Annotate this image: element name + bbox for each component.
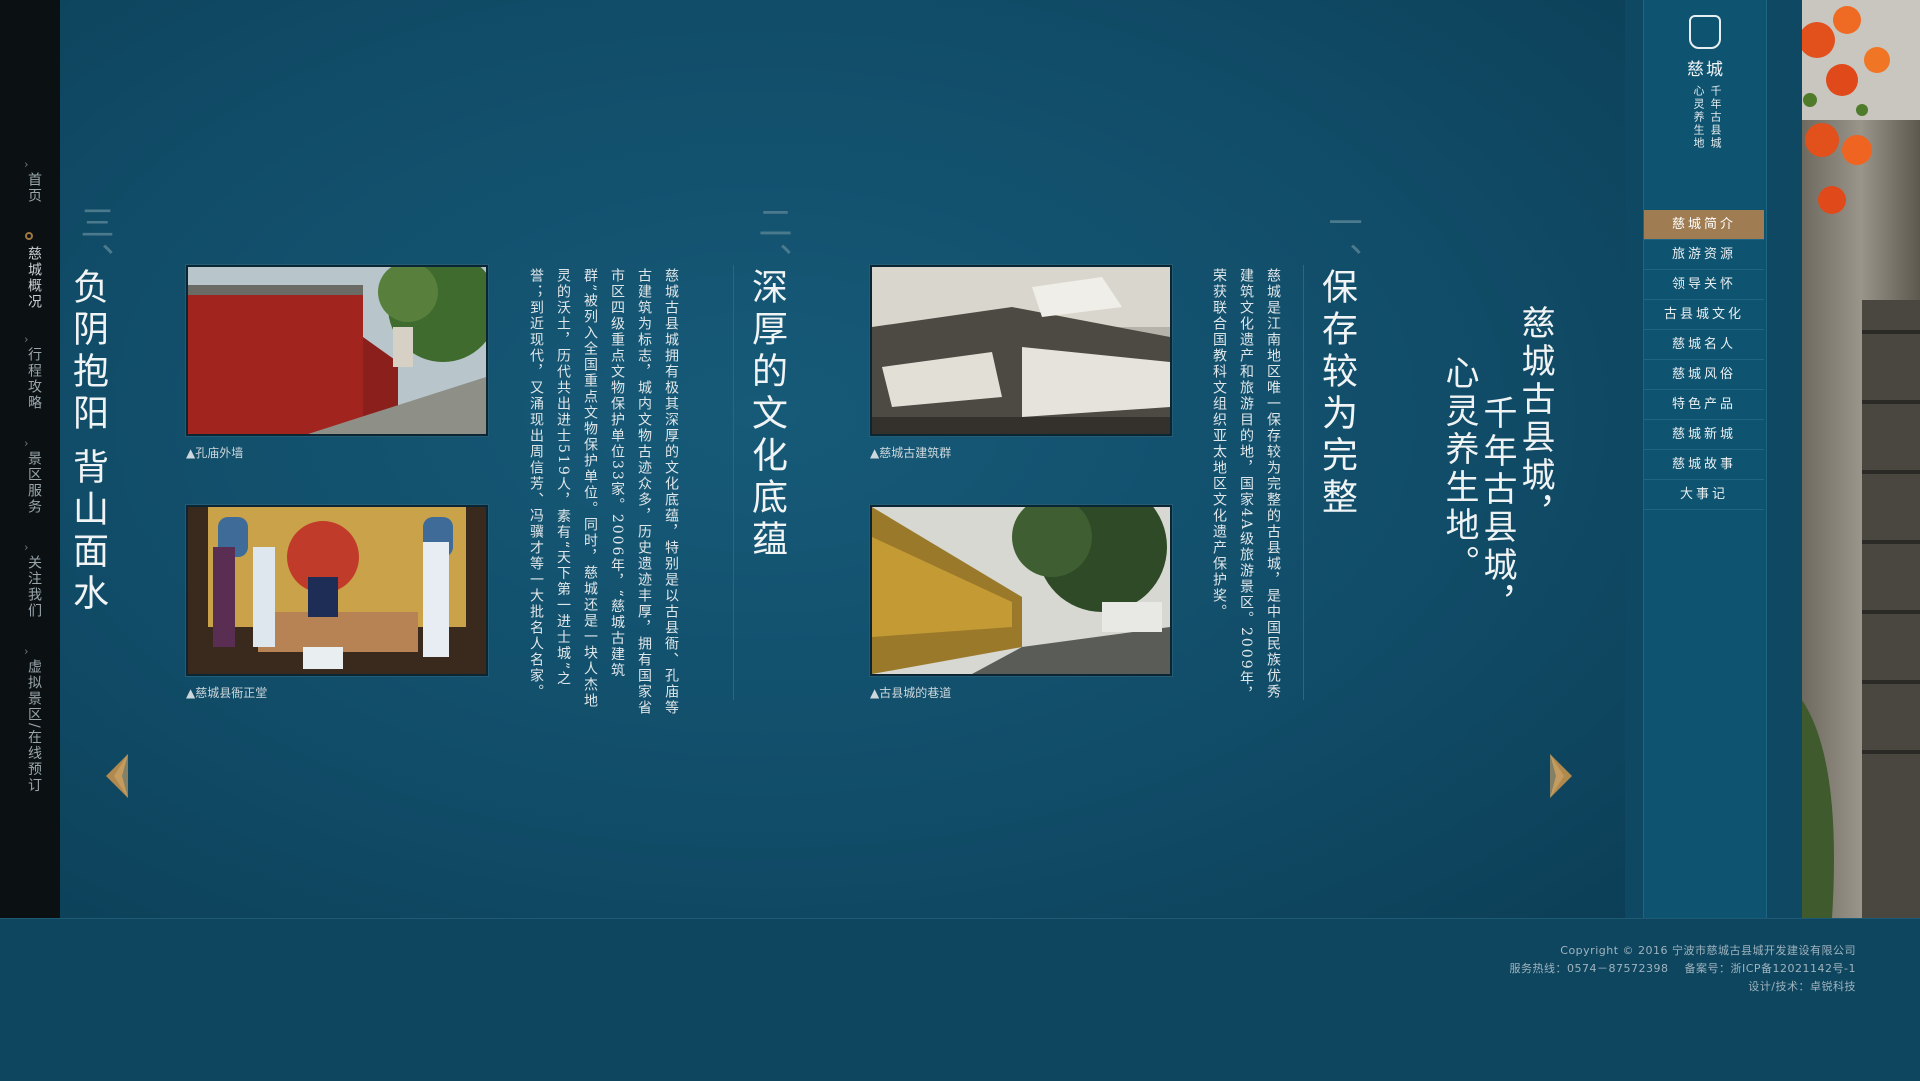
section-divider [733, 265, 734, 700]
photo-caption: ▲慈城古建筑群 [870, 446, 952, 460]
section-three-heading-line2: 背山面水 [67, 448, 108, 616]
decorative-wall-photo [1802, 0, 1920, 918]
menu-item-stories[interactable]: 慈城故事 [1644, 450, 1764, 480]
section-one-heading: 保存较为完整 [1316, 268, 1357, 520]
chevron-right-icon: › [24, 541, 29, 554]
photo-county-yamen-hall [186, 505, 488, 676]
slogan-line-2: 千年古县城， [1477, 395, 1517, 623]
left-nav-item-follow[interactable]: 关注我们 [14, 555, 44, 619]
section-three-heading-line1: 负阴抱阳 [67, 268, 108, 436]
footer-copyright: Copyright © 2016 宁波市慈城古县城开发建设有限公司 [1560, 944, 1856, 957]
left-nav-item-home[interactable]: 首页 [14, 172, 44, 204]
menu-item-celebrities[interactable]: 慈城名人 [1644, 330, 1764, 360]
site-logo[interactable]: 慈城 千年古县城 心灵养生地 [1675, 15, 1735, 175]
slogan-line-3: 心灵养生地。 [1439, 355, 1479, 583]
left-nav-item-services[interactable]: 景区服务 [14, 451, 44, 515]
menu-item-customs[interactable]: 慈城风俗 [1644, 360, 1764, 390]
footer-credit: 设计/技术：卓锐科技 [1748, 980, 1856, 993]
chevron-right-icon: › [24, 333, 29, 346]
photo-caption: ▲古县城的巷道 [870, 686, 952, 700]
menu-item-intro[interactable]: 慈城简介 [1644, 210, 1764, 240]
chevron-right-icon: › [24, 645, 29, 658]
photo-confucius-temple-wall [186, 265, 488, 436]
logo-seal-icon [1689, 15, 1721, 49]
chevron-right-icon: › [24, 437, 29, 450]
left-nav-item-virtual[interactable]: 虚拟景区/在线预订 [14, 659, 44, 794]
photo-caption: ▲慈城县衙正堂 [186, 686, 268, 700]
left-nav-item-itinerary[interactable]: 行程攻略 [14, 347, 44, 411]
main-background [60, 0, 1625, 918]
left-nav-item-overview[interactable]: 慈城概况 [14, 246, 44, 310]
photo-caption: ▲孔庙外墙 [186, 446, 244, 460]
prev-arrow-icon[interactable] [106, 754, 128, 798]
next-arrow-icon[interactable] [1550, 754, 1572, 798]
logo-name: 慈城 [1687, 60, 1725, 80]
logo-slogan-1: 千年古县城 [1709, 85, 1722, 150]
logo-slogan-2: 心灵养生地 [1692, 85, 1705, 150]
photo-ancient-architecture [870, 265, 1172, 436]
footer-contact: 服务热线：0574－87572398 备案号：浙ICP备12021142号-1 [1509, 962, 1856, 975]
menu-item-resources[interactable]: 旅游资源 [1644, 240, 1764, 270]
section-two-body: 慈城古县城拥有极其深厚的文化底蕴，特别是以古县衙、孔庙等古建筑为标志，城内文物古… [528, 268, 679, 716]
menu-item-products[interactable]: 特色产品 [1644, 390, 1764, 420]
section-one-body: 慈城是江南地区唯一保存较为完整的古县城，是中国民族优秀建筑文化遗产和旅游目的地，… [1211, 268, 1281, 703]
menu-item-new-city[interactable]: 慈城新城 [1644, 420, 1764, 450]
section-menu: 慈城简介 旅游资源 领导关怀 古县城文化 慈城名人 慈城风俗 特色产品 慈城新城… [1644, 210, 1764, 510]
left-nav: › 首页 慈城概况 › 行程攻略 › 景区服务 › 关注我们 › 虚拟景区/在线… [0, 0, 60, 918]
photo-ancient-alley [870, 505, 1172, 676]
chevron-right-icon: › [24, 158, 29, 171]
menu-item-chronicle[interactable]: 大事记 [1644, 480, 1764, 510]
menu-item-leaders[interactable]: 领导关怀 [1644, 270, 1764, 300]
section-divider [1303, 265, 1304, 700]
active-dot-icon [25, 232, 33, 240]
menu-item-culture[interactable]: 古县城文化 [1644, 300, 1764, 330]
slogan-line-1: 慈城古县城， [1515, 305, 1555, 533]
section-two-heading: 深厚的文化底蕴 [746, 268, 787, 562]
